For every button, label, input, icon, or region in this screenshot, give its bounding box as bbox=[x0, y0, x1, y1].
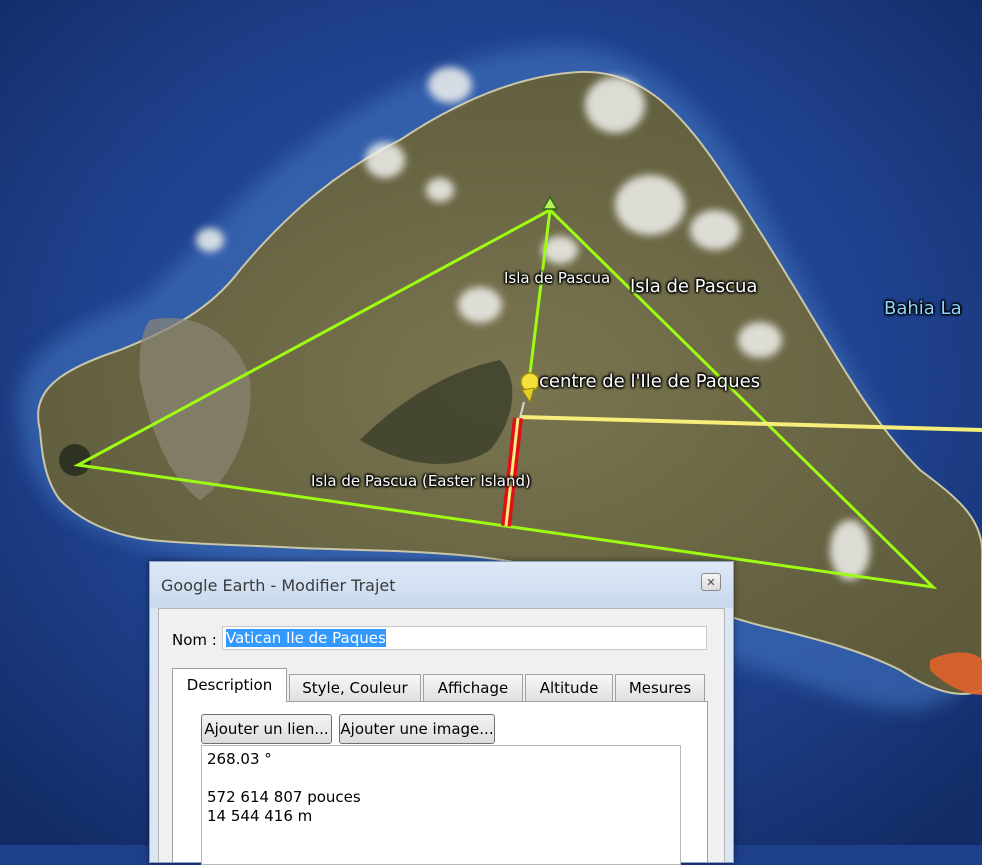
description-line: 268.03 ° bbox=[207, 750, 272, 768]
name-label: Nom : bbox=[172, 631, 217, 649]
name-input-value: Vatican Ile de Paques bbox=[226, 629, 386, 647]
description-panel: Ajouter un lien... Ajouter une image... … bbox=[172, 701, 708, 865]
dialog-titlebar[interactable]: Google Earth - Modifier Trajet ✕ bbox=[150, 562, 733, 608]
tab-measures[interactable]: Mesures bbox=[615, 674, 705, 701]
dialog-title: Google Earth - Modifier Trajet bbox=[161, 576, 396, 595]
island-full-label: Isla de Pascua (Easter Island) bbox=[311, 472, 531, 490]
description-line bbox=[207, 769, 675, 788]
description-line: 14 544 416 m bbox=[207, 807, 313, 825]
edit-path-dialog: Google Earth - Modifier Trajet ✕ Nom : V… bbox=[149, 561, 734, 865]
description-line: 572 614 807 pouces bbox=[207, 788, 361, 806]
island-label-small: Isla de Pascua bbox=[504, 269, 611, 287]
add-link-button[interactable]: Ajouter un lien... bbox=[201, 714, 332, 744]
island-label-large: Isla de Pascua bbox=[630, 276, 758, 297]
description-textarea[interactable]: 268.03 ° 572 614 807 pouces 14 544 416 m bbox=[201, 745, 681, 865]
tab-style-color[interactable]: Style, Couleur bbox=[289, 674, 421, 701]
placemark-label[interactable]: centre de l'Ile de Paques bbox=[539, 371, 760, 392]
name-input[interactable]: Vatican Ile de Paques bbox=[222, 626, 707, 650]
bay-label: Bahia La bbox=[884, 298, 962, 319]
tab-altitude[interactable]: Altitude bbox=[525, 674, 613, 701]
tab-display[interactable]: Affichage bbox=[423, 674, 523, 701]
close-icon: ✕ bbox=[706, 576, 716, 589]
close-button[interactable]: ✕ bbox=[701, 573, 721, 591]
dialog-body: Nom : Vatican Ile de Paques Description … bbox=[158, 608, 725, 865]
tab-description[interactable]: Description bbox=[172, 668, 287, 702]
add-image-button[interactable]: Ajouter une image... bbox=[339, 714, 495, 744]
